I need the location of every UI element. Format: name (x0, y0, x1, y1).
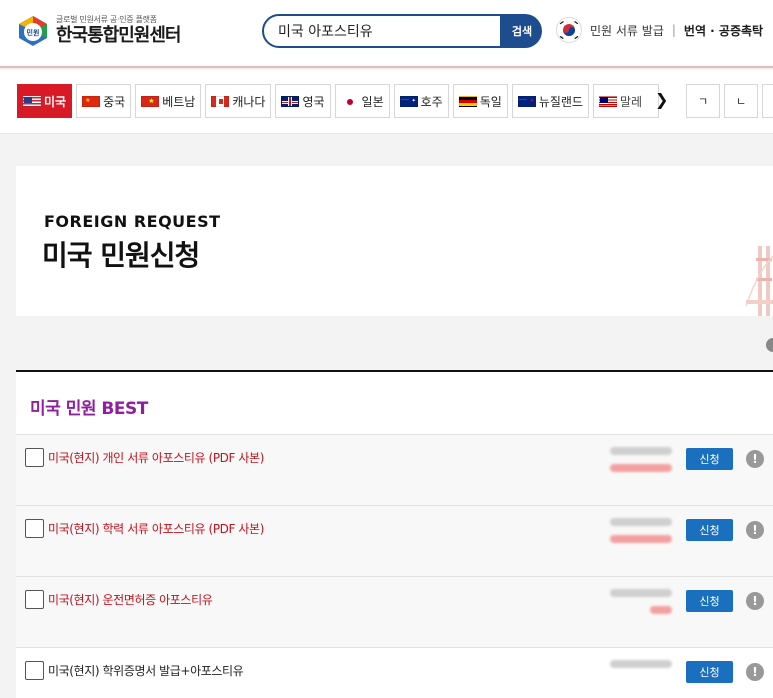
row-checkbox[interactable] (25, 661, 44, 680)
row-checkbox[interactable] (25, 590, 44, 609)
tab-australia[interactable]: ✦ 호주 (393, 84, 449, 118)
vietnam-flag-icon: ★ (141, 95, 160, 107)
translate-notary-link[interactable]: 번역 · 공증촉탁 (684, 22, 763, 39)
search-bar: 검색 (262, 14, 542, 48)
blurred-price (610, 518, 672, 552)
us-flag-icon (23, 95, 41, 107)
tab-label: 캐나다 (232, 94, 266, 109)
newzealand-flag-icon: ✦ (517, 95, 536, 107)
table-row: 미국(현지) 개인 서류 아포스티유 (PDF 사본) 신청 ! (16, 434, 773, 505)
uk-flag-icon (281, 95, 300, 107)
carousel-control-icon[interactable] (766, 338, 773, 352)
country-bar: 미국 ★ 중국 ★ 베트남 캐나다 영국 일본 ✦ 호주 독일 ✦ 뉴질랜드 말… (0, 70, 773, 134)
tab-label: 중국 (103, 94, 126, 109)
tab-label: 말레 (619, 94, 643, 109)
page-banner: FOREIGN REQUEST 미국 민원신청 (16, 166, 773, 316)
best-services-list: 미국 민원 BEST 미국(현지) 개인 서류 아포스티유 (PDF 사본) 신… (16, 370, 773, 698)
tab-usa[interactable]: 미국 (17, 84, 73, 118)
country-tabs: 미국 ★ 중국 ★ 베트남 캐나다 영국 일본 ✦ 호주 독일 ✦ 뉴질랜드 말… (17, 84, 659, 118)
golden-gate-bridge-icon (746, 246, 773, 316)
site-logo[interactable]: 민원 글로벌 민원서류 공·인증 플랫폼 한국통합민원센터 (16, 14, 181, 48)
tab-label: 베트남 (162, 94, 196, 109)
info-icon[interactable]: ! (746, 521, 764, 539)
search-button[interactable]: 검색 (502, 14, 542, 48)
blurred-price (610, 589, 672, 623)
malaysia-flag-icon (598, 95, 617, 107)
tab-newzealand[interactable]: ✦ 뉴질랜드 (511, 84, 589, 118)
table-row: 미국(현지) 학위증명서 발급+아포스티유 신청 ! (16, 647, 773, 698)
next-countries-arrow-icon[interactable]: ❯ (655, 90, 668, 109)
service-name[interactable]: 미국(현지) 운전면허증 아포스티유 (48, 591, 213, 608)
info-icon[interactable]: ! (746, 663, 764, 681)
japan-flag-icon (340, 95, 359, 107)
apply-button[interactable]: 신청 (686, 519, 733, 541)
search-field[interactable] (262, 14, 502, 48)
blurred-price (610, 660, 672, 677)
site-header: 민원 글로벌 민원서류 공·인증 플랫폼 한국통합민원센터 검색 민원 서류 발… (0, 0, 773, 68)
germany-flag-icon (458, 95, 477, 107)
tab-malaysia[interactable]: 말레 (592, 84, 659, 118)
list-title: 미국 민원 BEST (30, 399, 148, 419)
tab-germany[interactable]: 독일 (452, 84, 508, 118)
issue-documents-link[interactable]: 민원 서류 발급 (590, 22, 664, 39)
service-name[interactable]: 미국(현지) 학력 서류 아포스티유 (PDF 사본) (48, 520, 264, 537)
search-input[interactable] (278, 23, 500, 39)
service-rows: 미국(현지) 개인 서류 아포스티유 (PDF 사본) 신청 ! 미국(현지) … (16, 434, 773, 698)
table-row: 미국(현지) 학력 서류 아포스티유 (PDF 사본) 신청 ! (16, 505, 773, 576)
tab-label: 호주 (420, 94, 443, 109)
blurred-price (610, 447, 672, 481)
korea-flag-icon (556, 17, 582, 43)
china-flag-icon: ★ (82, 95, 101, 107)
apply-button[interactable]: 신청 (686, 590, 733, 612)
tab-label: 뉴질랜드 (538, 94, 583, 109)
service-name[interactable]: 미국(현지) 개인 서류 아포스티유 (PDF 사본) (48, 449, 264, 466)
logo-emblem-icon: 민원 (16, 14, 50, 48)
info-icon[interactable]: ! (746, 450, 764, 468)
tab-label: 일본 (361, 94, 384, 109)
row-checkbox[interactable] (25, 448, 44, 467)
apply-button[interactable]: 신청 (686, 448, 733, 470)
tab-uk[interactable]: 영국 (275, 84, 331, 118)
service-name[interactable]: 미국(현지) 학위증명서 발급+아포스티유 (48, 662, 244, 679)
logo-title: 한국통합민원센터 (56, 25, 181, 46)
letter-tab-digeut[interactable]: ㄷ (762, 84, 773, 118)
info-icon[interactable]: ! (746, 592, 764, 610)
australia-flag-icon: ✦ (399, 95, 418, 107)
letter-index-tabs: ㄱ ㄴ ㄷ (686, 84, 773, 118)
tab-label: 미국 (44, 94, 67, 109)
logo-subtitle: 글로벌 민원서류 공·인증 플랫폼 (56, 15, 157, 24)
letter-tab-giyeok[interactable]: ㄱ (686, 84, 720, 118)
tab-label: 독일 (479, 94, 502, 109)
row-checkbox[interactable] (25, 519, 44, 538)
header-separator: | (671, 23, 676, 37)
canada-flag-icon (211, 95, 230, 107)
tab-vietnam[interactable]: ★ 베트남 (135, 84, 202, 118)
apply-button[interactable]: 신청 (686, 661, 733, 683)
banner-english-title: FOREIGN REQUEST (44, 212, 221, 231)
tab-canada[interactable]: 캐나다 (205, 84, 272, 118)
letter-tab-nieun[interactable]: ㄴ (724, 84, 758, 118)
table-row: 미국(현지) 운전면허증 아포스티유 신청 ! (16, 576, 773, 647)
page-title: 미국 민원신청 (42, 239, 200, 272)
tab-label: 영국 (302, 94, 325, 109)
logo-badge-text: 민원 (27, 28, 40, 37)
tab-japan[interactable]: 일본 (334, 84, 390, 118)
tab-china[interactable]: ★ 중국 (76, 84, 132, 118)
header-links: 민원 서류 발급 | 번역 · 공증촉탁 (556, 17, 763, 43)
